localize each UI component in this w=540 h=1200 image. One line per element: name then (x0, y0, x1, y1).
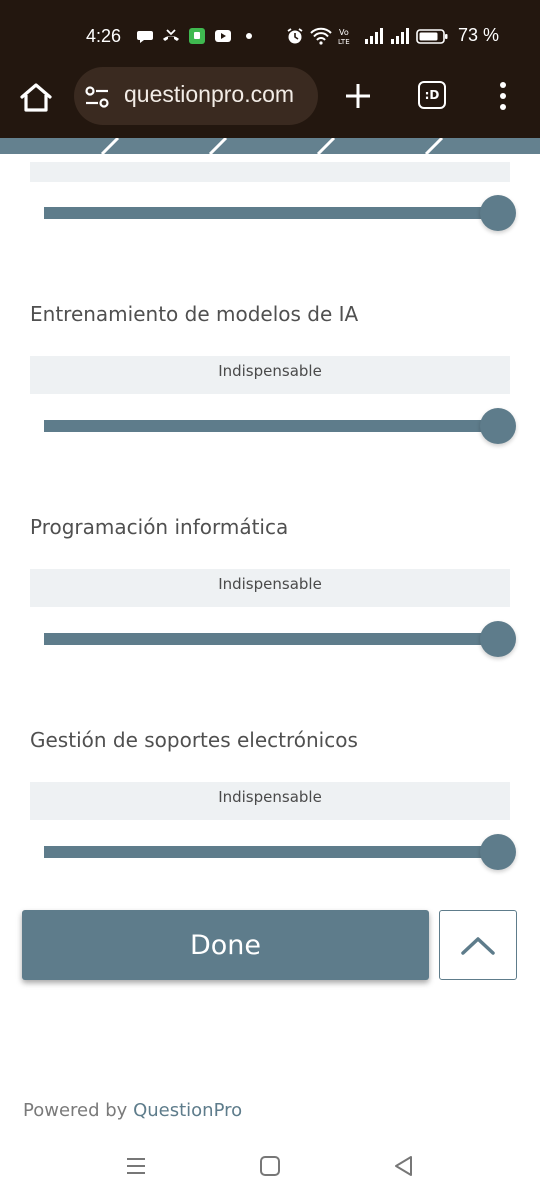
youtube-icon (215, 30, 231, 42)
chevron-up-icon (461, 937, 495, 955)
recent-apps-icon[interactable] (124, 1154, 148, 1178)
question-title: Entrenamiento de modelos de IA (30, 302, 359, 326)
overflow-menu-icon[interactable] (496, 80, 510, 112)
powered-by-text: Powered by (23, 1100, 128, 1121)
home-nav-icon[interactable] (258, 1154, 282, 1178)
slider-thumb[interactable] (480, 408, 516, 444)
slider-track[interactable] (44, 207, 496, 219)
questionpro-link[interactable]: QuestionPro (133, 1100, 242, 1121)
status-time: 4:26 (86, 26, 122, 46)
battery-percentage: 73 % (458, 25, 500, 45)
chat-bubble-icon (137, 31, 153, 43)
rating-slider[interactable] (44, 619, 516, 659)
slider-track[interactable] (44, 846, 496, 858)
address-bar[interactable]: questionpro.com (74, 67, 318, 125)
tab-switcher-button[interactable]: :D (418, 81, 446, 109)
slider-value-label: Indispensable (30, 782, 510, 820)
signal-icon (391, 27, 409, 44)
rating-slider[interactable] (44, 406, 516, 446)
volte-icon: VoLTE (338, 28, 350, 45)
signal-icon (365, 27, 383, 44)
system-indicator-icons: Vo LTE 73 % (286, 25, 499, 46)
browser-toolbar: questionpro.com :D (0, 66, 540, 136)
system-top-bar: 4:26 Vo LTE 73 % questionpro.com:D (0, 0, 540, 138)
slider-track[interactable] (44, 420, 496, 432)
status-bar: 4:26 Vo LTE 73 % (0, 0, 540, 72)
svg-text:LTE: LTE (338, 38, 350, 45)
question-title: Gestión de soportes electrónicos (30, 728, 358, 752)
question-title: Programación informática (30, 515, 289, 539)
slider-value-label: Indispensable (30, 356, 510, 394)
site-settings-icon[interactable] (84, 84, 110, 110)
home-icon[interactable] (16, 78, 56, 118)
slider-thumb[interactable] (480, 621, 516, 657)
new-tab-icon[interactable] (342, 80, 374, 112)
alarm-icon (287, 27, 303, 43)
wifi-icon (310, 27, 332, 45)
survey-header-stripe (0, 138, 540, 154)
back-nav-icon[interactable] (392, 1154, 416, 1178)
notification-dot (246, 33, 252, 39)
slider-thumb[interactable] (480, 834, 516, 870)
powered-by-footer: Powered by QuestionPro (23, 1100, 242, 1121)
slider-thumb[interactable] (480, 195, 516, 231)
battery-icon (416, 28, 448, 44)
rating-slider[interactable] (44, 193, 516, 233)
slider-value-label: Indispensable (30, 569, 510, 607)
done-button[interactable]: Done (22, 910, 429, 980)
slider-value-label (30, 162, 510, 182)
scroll-to-top-button[interactable] (439, 910, 517, 980)
notification-icons (136, 27, 252, 45)
slider-track[interactable] (44, 633, 496, 645)
url-text: questionpro.com (124, 81, 295, 107)
app-badge-icon (189, 28, 205, 44)
rating-slider[interactable] (44, 832, 516, 872)
stripe-pattern (100, 138, 444, 154)
svg-text:Vo: Vo (339, 28, 349, 37)
missed-call-icon (163, 29, 179, 41)
